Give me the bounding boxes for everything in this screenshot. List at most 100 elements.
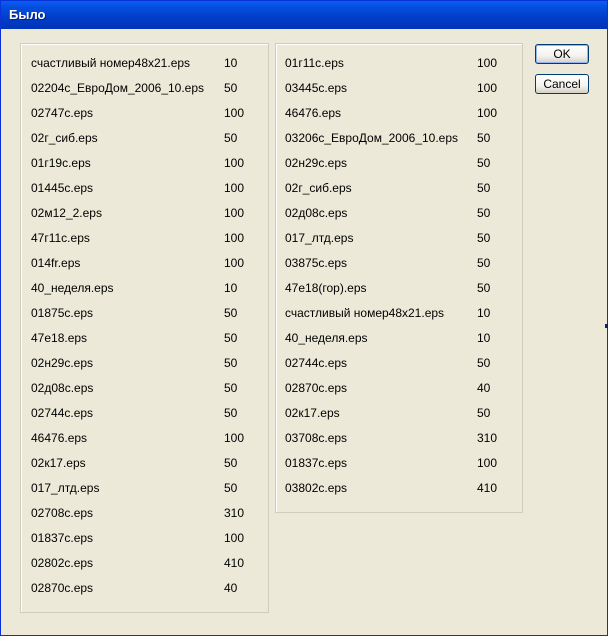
list-item: 02м12_2.eps 100 <box>31 206 266 224</box>
quantity-value: 100 <box>224 106 245 120</box>
file-name: счастливый номер48х21.eps <box>285 306 445 320</box>
list-item: 02744с.eps 50 <box>31 406 266 424</box>
list-item: 02д08с.eps 50 <box>285 206 520 224</box>
file-name: 02г_сиб.eps <box>31 131 98 145</box>
quantity-value: 100 <box>224 181 245 195</box>
quantity-value: 50 <box>224 81 238 95</box>
quantity-value: 50 <box>224 381 238 395</box>
file-name: 02870с.eps <box>31 581 94 595</box>
file-name: 03802с.eps <box>285 481 348 495</box>
quantity-value: 50 <box>224 406 238 420</box>
list-item: 01г19с.eps 100 <box>31 156 266 174</box>
list-item: 02д08с.eps 50 <box>31 381 266 399</box>
quantity-value: 100 <box>224 231 245 245</box>
file-name: 02708с.eps <box>31 506 94 520</box>
left-list-panel: счастливый номер48х21.eps 10 02204с_ЕвроДо… <box>20 43 269 613</box>
quantity-value: 50 <box>477 231 491 245</box>
file-name: 02д08с.eps <box>31 381 94 395</box>
quantity-value: 50 <box>224 306 238 320</box>
quantity-value: 40 <box>224 581 238 595</box>
list-item: 40_неделя.eps 10 <box>285 331 520 349</box>
list-item: 46476.eps 100 <box>31 431 266 449</box>
quantity-value: 10 <box>224 56 238 70</box>
quantity-value: 410 <box>224 556 245 570</box>
list-item: 02204с_ЕвроДом_2006_10.eps 50 <box>31 81 266 99</box>
quantity-value: 50 <box>477 406 491 420</box>
quantity-value: 100 <box>224 206 245 220</box>
ok-button[interactable]: OK <box>535 44 589 64</box>
list-item: 02870с.eps 40 <box>285 381 520 399</box>
quantity-value: 100 <box>477 56 498 70</box>
file-name: 03708с.eps <box>285 431 348 445</box>
list-item: 017_лтд.eps 50 <box>31 481 266 499</box>
quantity-value: 10 <box>477 331 491 345</box>
list-item: 02к17.eps 50 <box>285 406 520 424</box>
quantity-value: 10 <box>224 281 238 295</box>
list-item: 03875с.eps 50 <box>285 256 520 274</box>
list-item: 01г11с.eps 100 <box>285 56 520 74</box>
quantity-value: 50 <box>477 131 491 145</box>
quantity-value: 100 <box>477 456 498 470</box>
quantity-value: 100 <box>224 156 245 170</box>
file-name: 02д08с.eps <box>285 206 348 220</box>
quantity-value: 100 <box>224 431 245 445</box>
list-item: 40_неделя.eps 10 <box>31 281 266 299</box>
quantity-value: 40 <box>477 381 491 395</box>
title-bar[interactable]: Было <box>1 1 607 29</box>
list-item: 02708с.eps 310 <box>31 506 266 524</box>
right-list-panel: 01г11с.eps 100 03445с.eps 100 46476.eps 100 03… <box>275 43 523 513</box>
quantity-value: 310 <box>477 431 498 445</box>
quantity-value: 100 <box>224 531 245 545</box>
list-item: 03802с.eps 410 <box>285 481 520 499</box>
file-name: 03445с.eps <box>285 81 348 95</box>
file-name: 47е18.eps <box>31 331 88 345</box>
list-item: 47е18.eps 50 <box>31 331 266 349</box>
file-name: 02744с.eps <box>31 406 94 420</box>
list-item: 03708с.eps 310 <box>285 431 520 449</box>
file-name: 02к17.eps <box>31 456 86 470</box>
list-item: 02к17.eps 50 <box>31 456 266 474</box>
file-name: 02к17.eps <box>285 406 340 420</box>
list-item: 03206с_ЕвроДом_2006_10.eps 50 <box>285 131 520 149</box>
file-name: 02870с.eps <box>285 381 348 395</box>
file-name: 03206с_ЕвроДом_2006_10.eps <box>285 131 459 145</box>
quantity-value: 50 <box>477 156 491 170</box>
list-item: 02г_сиб.eps 50 <box>31 131 266 149</box>
file-name: 02н29с.eps <box>31 356 94 370</box>
file-name: 014fr.eps <box>31 256 81 270</box>
list-item: 47г11с.eps 100 <box>31 231 266 249</box>
quantity-value: 50 <box>477 356 491 370</box>
quantity-value: 100 <box>477 106 498 120</box>
quantity-value: 100 <box>477 81 498 95</box>
list-item: 014fr.eps 100 <box>31 256 266 274</box>
list-item: 01837с.eps 100 <box>31 531 266 549</box>
quantity-value: 50 <box>477 256 491 270</box>
list-item: 03445с.eps 100 <box>285 81 520 99</box>
list-item: 02744с.eps 50 <box>285 356 520 374</box>
list-item: 02н29с.eps 50 <box>285 156 520 174</box>
dialog-window: Было счастливый номер48х21.eps 10 02204с_Е… <box>0 0 608 636</box>
quantity-value: 50 <box>224 481 238 495</box>
file-name: 02г_сиб.eps <box>285 181 352 195</box>
list-item: 47е18(гор).eps 50 <box>285 281 520 299</box>
window-title: Было <box>9 7 46 22</box>
list-item: 46476.eps 100 <box>285 106 520 124</box>
file-name: 01г19с.eps <box>31 156 91 170</box>
file-name: 017_лтд.eps <box>31 481 100 495</box>
file-name: 02м12_2.eps <box>31 206 102 220</box>
quantity-value: 100 <box>224 256 245 270</box>
quantity-value: 10 <box>477 306 491 320</box>
quantity-value: 50 <box>224 131 238 145</box>
list-item: счастливый номер48х21.eps 10 <box>285 306 520 324</box>
file-name: 47г11с.eps <box>31 231 90 245</box>
quantity-value: 50 <box>224 456 238 470</box>
list-item: 02802с.eps 410 <box>31 556 266 574</box>
file-name: 40_неделя.eps <box>31 281 114 295</box>
quantity-value: 410 <box>477 481 498 495</box>
file-name: 01г11с.eps <box>285 56 344 70</box>
file-name: 02204с_ЕвроДом_2006_10.eps <box>31 81 205 95</box>
cancel-button[interactable]: Cancel <box>535 74 589 94</box>
file-name: 02744с.eps <box>285 356 348 370</box>
quantity-value: 50 <box>477 281 491 295</box>
file-name: 02802с.eps <box>31 556 94 570</box>
